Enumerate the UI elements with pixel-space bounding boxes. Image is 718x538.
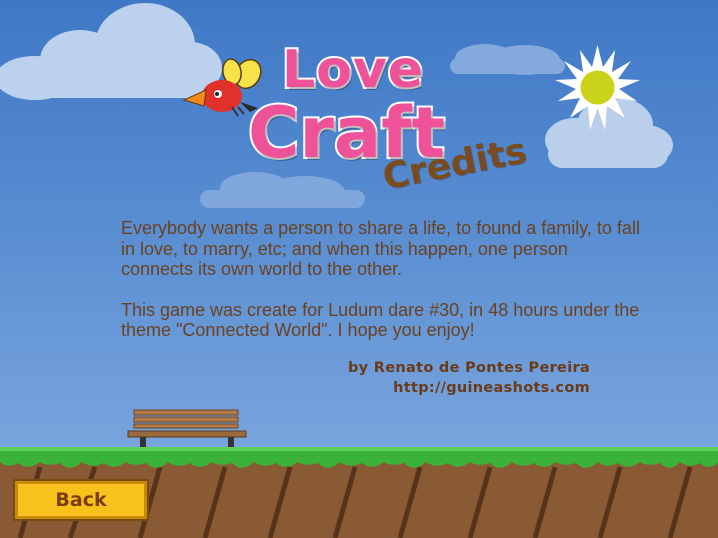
story-paragraph-2: This game was create for Ludum dare #30,…	[121, 299, 640, 341]
back-button-label: Back	[55, 489, 107, 511]
logo-title-love: Love	[280, 38, 425, 102]
author-credits: by Renato de Pontes Pereira http://guine…	[348, 358, 590, 398]
credits-screen: Love Craft Credits Everybody wants a per…	[0, 0, 718, 538]
game-logo: Love Craft Credits	[240, 38, 570, 210]
credits-text: Everybody wants a person to share a life…	[121, 218, 641, 361]
story-paragraph-1: Everybody wants a person to share a life…	[121, 218, 640, 279]
back-button[interactable]: Back	[15, 481, 147, 519]
author-name: by Renato de Pontes Pereira	[348, 360, 590, 376]
author-website: http://guineashots.com	[393, 380, 590, 396]
